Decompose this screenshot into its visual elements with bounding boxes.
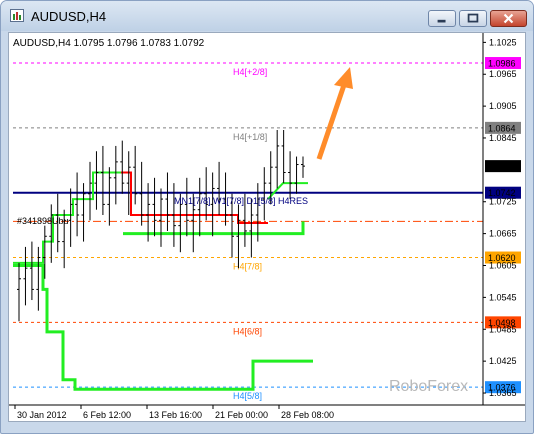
chart-window: AUDUSD,H4 AUDUSD,H4 1.0795 1.0796 1.0783…: [0, 0, 534, 434]
time-tick-label: 21 Feb 00:00: [215, 410, 268, 420]
time-tick-label: 6 Feb 12:00: [83, 410, 131, 420]
price-tag-label: 1.0986: [488, 59, 516, 69]
level-label: H4[6/8]: [233, 326, 262, 336]
maximize-icon: [467, 13, 479, 23]
annotation-center: MN1[7/8] W1[7/8] D1[5/8] H4RES: [174, 196, 308, 206]
price-tick-label: 1.0365: [489, 388, 517, 398]
close-icon: [503, 13, 514, 24]
price-tick-label: 1.1025: [489, 37, 517, 47]
price-tick-label: 1.0605: [489, 260, 517, 270]
time-tick-label: 28 Feb 08:00: [281, 410, 334, 420]
level-label: H4[+2/8]: [233, 67, 267, 77]
price-tick-label: 1.0905: [489, 101, 517, 111]
annotation-left: #341898Ubu: [17, 216, 69, 226]
maximize-button[interactable]: [459, 10, 487, 27]
close-button[interactable]: [490, 10, 527, 27]
price-tick-label: 1.0545: [489, 292, 517, 302]
time-tick-label: 13 Feb 16:00: [149, 410, 202, 420]
price-tick-label: 1.0485: [489, 324, 517, 334]
price-tick-label: 1.0725: [489, 197, 517, 207]
watermark: RoboForex: [389, 378, 468, 395]
trailing-stop-line: [13, 263, 313, 391]
title-bar[interactable]: AUDUSD,H4: [1, 1, 533, 31]
forecast-arrow-head: [334, 67, 353, 89]
price-tick-label: 1.0425: [489, 356, 517, 366]
price-tick-label: 1.0965: [489, 69, 517, 79]
minimize-icon: [437, 19, 446, 23]
level-label: H4[7/8]: [233, 262, 262, 272]
price-tick-label: 1.0665: [489, 229, 517, 239]
chart-icon: [10, 9, 24, 22]
minimize-button[interactable]: [428, 10, 456, 27]
price-tick-label: 1.0845: [489, 133, 517, 143]
price-tag-label: 1.0792: [488, 162, 516, 172]
chart-canvas[interactable]: AUDUSD,H4 1.0795 1.0796 1.0783 1.0792 H4…: [9, 33, 525, 421]
price-chart[interactable]: AUDUSD,H4 1.0795 1.0796 1.0783 1.0792 H4…: [8, 32, 526, 422]
forecast-arrow-shaft: [316, 84, 347, 160]
price-tag-label: 1.0864: [488, 123, 516, 133]
time-tick-label: 30 Jan 2012: [17, 410, 67, 420]
level-label: H4[5/8]: [233, 391, 262, 401]
chart-header: AUDUSD,H4 1.0795 1.0796 1.0783 1.0792: [13, 38, 205, 49]
window-title: AUDUSD,H4: [31, 9, 107, 24]
level-label: H4[+1/8]: [233, 132, 267, 142]
